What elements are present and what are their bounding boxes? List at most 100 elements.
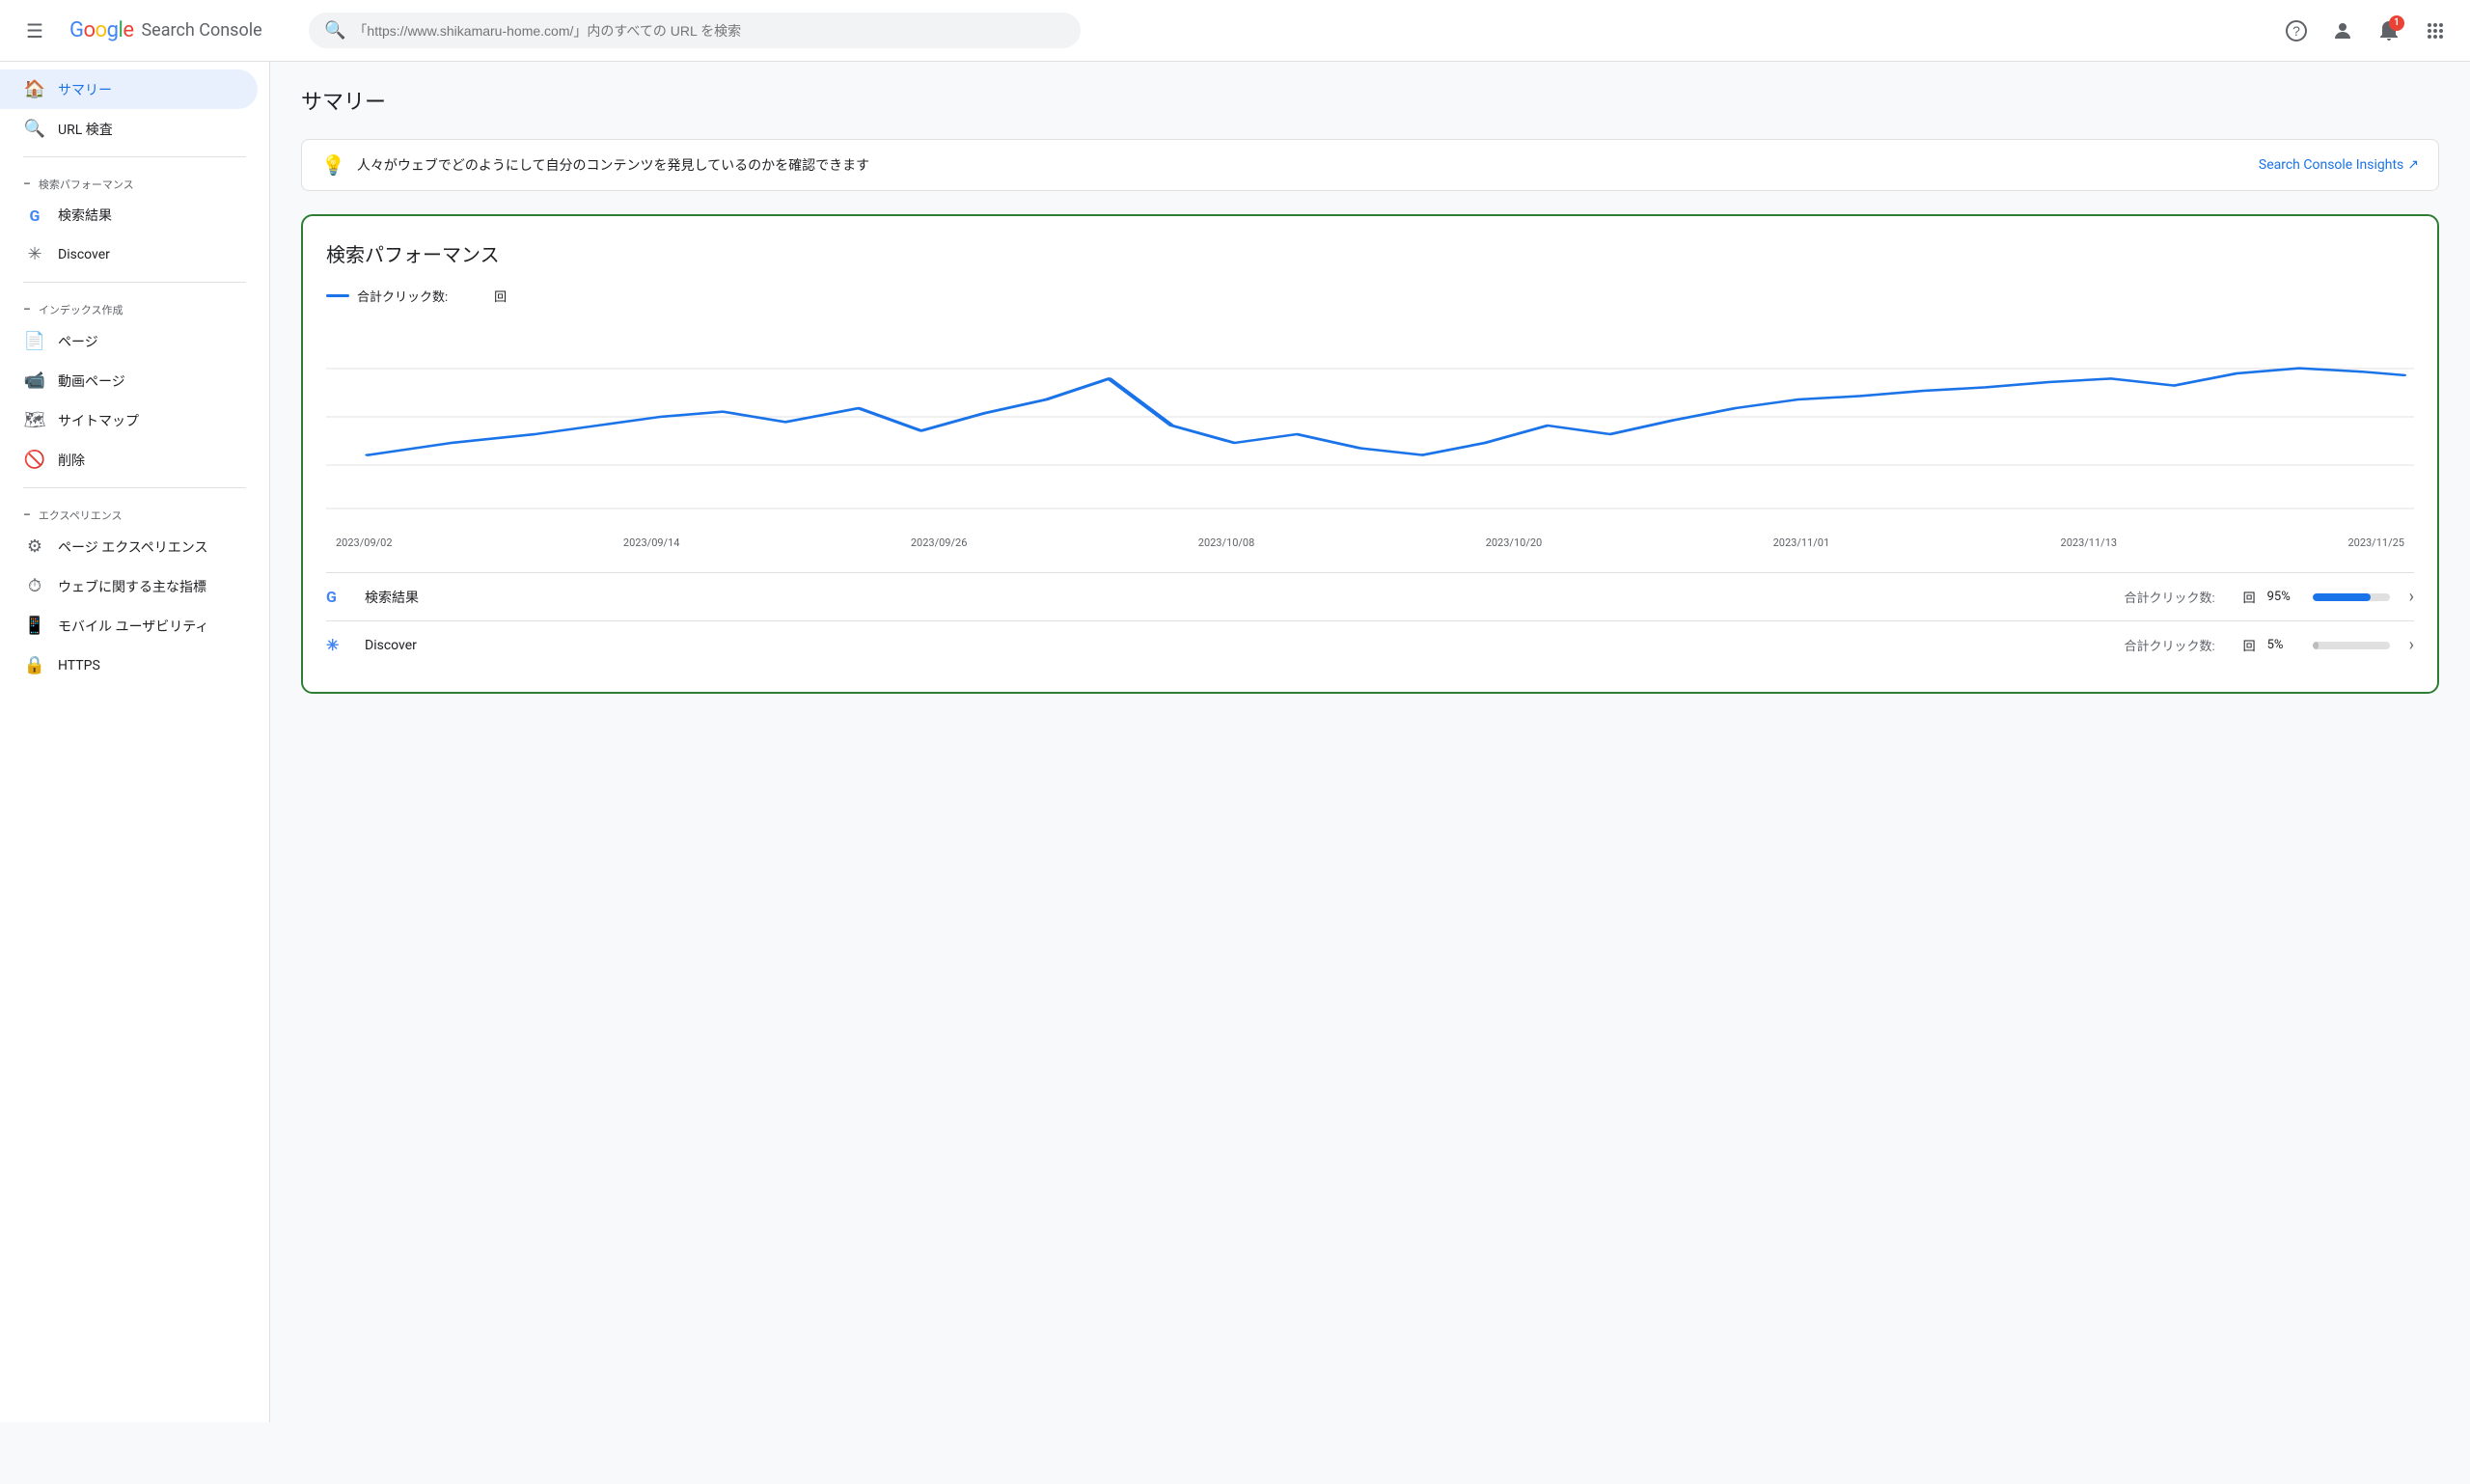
section-experience: エクスペリエンス bbox=[0, 496, 269, 527]
divider-3 bbox=[23, 487, 246, 488]
perf-row-right-0: 合計クリック数: 回 95% › bbox=[2124, 587, 2414, 607]
legend-value: 回 bbox=[494, 287, 507, 305]
info-banner-text: 人々がウェブでどのようにして自分のコンテンツを発見しているのかを確認できます bbox=[357, 155, 2247, 175]
main-content: サマリー 💡 人々がウェブでどのようにして自分のコンテンツを発見しているのかを確… bbox=[270, 62, 2470, 1422]
perf-value-0: 回 bbox=[2227, 588, 2256, 606]
perf-click-label-1: 合計クリック数: bbox=[2124, 636, 2214, 654]
sidebar-item-url-inspect[interactable]: 🔍 URL 検査 bbox=[0, 109, 258, 149]
legend-line bbox=[326, 294, 349, 297]
layout: 🏠 サマリー 🔍 URL 検査 検索パフォーマンス G 検索結果 ✳ Disco… bbox=[0, 62, 2470, 1422]
chevron-right-icon-1: › bbox=[2409, 635, 2414, 655]
app-subtitle: Search Console bbox=[141, 20, 261, 41]
discover-icon: ✳ bbox=[23, 244, 46, 264]
sidebar-item-page-experience[interactable]: ⚙ ページ エクスペリエンス bbox=[0, 527, 258, 566]
sidebar: 🏠 サマリー 🔍 URL 検査 検索パフォーマンス G 検索結果 ✳ Disco… bbox=[0, 62, 270, 1422]
search-small-icon: 🔍 bbox=[23, 119, 46, 139]
sidebar-label-pages: ページ bbox=[58, 332, 98, 351]
info-banner: 💡 人々がウェブでどのようにして自分のコンテンツを発見しているのかを確認できます… bbox=[301, 139, 2439, 191]
web-vitals-icon: ⏱ bbox=[23, 576, 46, 596]
divider-1 bbox=[23, 156, 246, 157]
divider-2 bbox=[23, 282, 246, 283]
performance-chart bbox=[326, 320, 2414, 513]
account-button[interactable] bbox=[2323, 12, 2362, 50]
perf-click-label-0: 合計クリック数: bbox=[2124, 588, 2214, 606]
perf-row-0[interactable]: G 検索結果 合計クリック数: 回 95% › bbox=[326, 572, 2414, 620]
google-g-icon: G bbox=[23, 206, 46, 225]
topbar-left: ☰ Google Google Search Console Search Co… bbox=[15, 12, 286, 50]
x-label-1: 2023/09/14 bbox=[623, 536, 680, 549]
section-index: インデックス作成 bbox=[0, 290, 269, 321]
sidebar-label-url-inspect: URL 検査 bbox=[58, 120, 113, 139]
sidebar-label-discover: Discover bbox=[58, 247, 110, 262]
lightbulb-icon: 💡 bbox=[321, 153, 345, 177]
apps-icon bbox=[2424, 19, 2447, 42]
google-wordmark: Google bbox=[69, 18, 133, 42]
sidebar-item-web-vitals[interactable]: ⏱ ウェブに関する主な指標 bbox=[0, 566, 258, 606]
search-input[interactable] bbox=[353, 23, 1065, 39]
x-label-2: 2023/09/26 bbox=[911, 536, 968, 549]
perf-row-name-0: 検索結果 bbox=[365, 588, 461, 607]
perf-row-icon-0: G bbox=[326, 588, 349, 606]
notification-badge: 1 bbox=[2389, 15, 2404, 31]
progress-bar-1 bbox=[2313, 642, 2390, 649]
topbar: ☰ Google Google Search Console Search Co… bbox=[0, 0, 2470, 62]
sidebar-label-removal: 削除 bbox=[58, 451, 85, 470]
sidebar-item-https[interactable]: 🔒 HTTPS bbox=[0, 646, 258, 685]
sidebar-label-web-vitals: ウェブに関する主な指標 bbox=[58, 577, 206, 596]
sidebar-label-sitemap: サイトマップ bbox=[58, 411, 139, 430]
perf-row-name-1: Discover bbox=[365, 638, 461, 653]
search-console-insights-link[interactable]: Search Console Insights ↗ bbox=[2259, 157, 2419, 173]
sidebar-item-mobile-usability[interactable]: 📱 モバイル ユーザビリティ bbox=[0, 606, 258, 646]
sidebar-item-pages[interactable]: 📄 ページ bbox=[0, 321, 258, 361]
removal-icon: 🚫 bbox=[23, 450, 46, 470]
sidebar-label-mobile-usability: モバイル ユーザビリティ bbox=[58, 617, 208, 636]
help-button[interactable]: ? bbox=[2277, 12, 2316, 50]
sidebar-label-page-experience: ページ エクスペリエンス bbox=[58, 537, 208, 557]
x-label-5: 2023/11/01 bbox=[1773, 536, 1830, 549]
x-label-4: 2023/10/20 bbox=[1486, 536, 1543, 549]
help-icon: ? bbox=[2285, 19, 2308, 42]
progress-bar-0 bbox=[2313, 593, 2390, 601]
x-axis-labels: 2023/09/02 2023/09/14 2023/09/26 2023/10… bbox=[326, 536, 2414, 549]
search-bar-inner[interactable]: 🔍 bbox=[309, 13, 1081, 48]
x-label-7: 2023/11/25 bbox=[2347, 536, 2404, 549]
page-title: サマリー bbox=[301, 85, 2439, 116]
progress-bar-fill-0 bbox=[2313, 593, 2372, 601]
chart-svg bbox=[326, 320, 2414, 513]
notification-button[interactable]: 1 bbox=[2370, 12, 2408, 50]
sitemap-icon: 🗺 bbox=[23, 410, 46, 430]
chevron-right-icon-0: › bbox=[2409, 587, 2414, 607]
menu-button[interactable]: ☰ bbox=[15, 12, 54, 50]
sidebar-item-sitemap[interactable]: 🗺 サイトマップ bbox=[0, 400, 258, 440]
home-icon: 🏠 bbox=[23, 79, 46, 99]
search-icon: 🔍 bbox=[324, 20, 345, 41]
svg-text:?: ? bbox=[2292, 23, 2300, 39]
sidebar-item-summary[interactable]: 🏠 サマリー bbox=[0, 69, 258, 109]
topbar-right: ? 1 bbox=[2277, 12, 2455, 50]
https-icon: 🔒 bbox=[23, 655, 46, 675]
mobile-icon: 📱 bbox=[23, 616, 46, 636]
logo: Google Google Search Console Search Cons… bbox=[69, 18, 262, 42]
x-label-0: 2023/09/02 bbox=[336, 536, 393, 549]
apps-button[interactable] bbox=[2416, 12, 2455, 50]
performance-rows: G 検索結果 合計クリック数: 回 95% › ✳ Discover 合計クリッ… bbox=[326, 572, 2414, 669]
sidebar-item-search-results[interactable]: G 検索結果 bbox=[0, 196, 258, 234]
page-experience-icon: ⚙ bbox=[23, 536, 46, 557]
perf-pct-1: 5% bbox=[2267, 638, 2301, 652]
pages-icon: 📄 bbox=[23, 331, 46, 351]
x-label-6: 2023/11/13 bbox=[2061, 536, 2118, 549]
perf-row-right-1: 合計クリック数: 回 5% › bbox=[2124, 635, 2414, 655]
perf-row-1[interactable]: ✳ Discover 合計クリック数: 回 5% › bbox=[326, 620, 2414, 669]
card-title: 検索パフォーマンス bbox=[326, 239, 2414, 267]
account-icon bbox=[2331, 19, 2354, 42]
sidebar-label-search-results: 検索結果 bbox=[58, 206, 112, 225]
sidebar-item-video-pages[interactable]: 📹 動画ページ bbox=[0, 361, 258, 400]
perf-row-icon-1: ✳ bbox=[326, 636, 349, 654]
perf-value-1: 回 bbox=[2227, 636, 2256, 654]
section-search-performance: 検索パフォーマンス bbox=[0, 165, 269, 196]
sidebar-item-discover[interactable]: ✳ Discover bbox=[0, 234, 258, 274]
video-icon: 📹 bbox=[23, 371, 46, 391]
sidebar-item-removal[interactable]: 🚫 削除 bbox=[0, 440, 258, 480]
sidebar-label-summary: サマリー bbox=[58, 80, 112, 99]
perf-pct-0: 95% bbox=[2267, 590, 2301, 604]
